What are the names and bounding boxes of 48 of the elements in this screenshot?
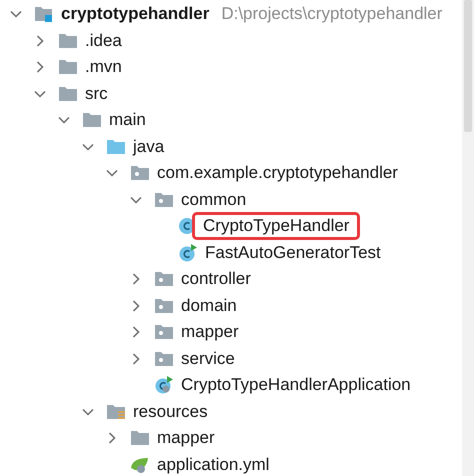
file-name[interactable]: CryptoTypeHandler <box>192 212 360 240</box>
file-name[interactable]: com.example.cryptotypehandler <box>151 159 404 188</box>
file-name[interactable]: service <box>175 344 241 373</box>
scrollbar[interactable] <box>462 0 474 476</box>
file-name[interactable]: .idea <box>79 26 128 55</box>
file-name[interactable]: mapper <box>151 424 221 452</box>
file-name[interactable]: application.yml <box>151 450 276 476</box>
module-folder-icon <box>34 5 54 24</box>
chevron-right-icon[interactable] <box>106 432 118 444</box>
file-name[interactable]: controller <box>175 265 257 294</box>
chevron-right-icon[interactable] <box>34 61 46 74</box>
file-name[interactable]: mapper <box>175 318 245 346</box>
package-icon <box>154 190 174 209</box>
application-class-icon <box>154 376 174 394</box>
file-name[interactable]: resources <box>127 398 214 426</box>
file-name[interactable]: java <box>127 132 170 161</box>
scrollbar-thumb[interactable] <box>464 0 472 132</box>
package-icon <box>154 323 174 342</box>
chevron-down-icon[interactable] <box>58 114 70 126</box>
chevron-right-icon[interactable] <box>34 34 46 47</box>
folder-icon <box>58 32 78 50</box>
chevron-right-icon[interactable] <box>130 352 142 365</box>
folder-icon <box>130 429 150 448</box>
chevron-right-icon[interactable] <box>130 326 142 338</box>
file-name[interactable]: common <box>175 186 252 214</box>
chevron-down-icon[interactable] <box>10 8 22 20</box>
project-path: D:\projects\cryptotypehandler <box>221 4 442 24</box>
folder-icon <box>82 111 102 130</box>
folder-icon <box>106 138 126 156</box>
package-icon <box>154 296 174 315</box>
leaf-icon <box>130 456 150 474</box>
resources-folder-icon <box>106 402 126 421</box>
package-icon <box>154 350 174 368</box>
package-icon <box>154 270 174 288</box>
folder-icon <box>58 58 78 76</box>
folder-icon <box>58 84 78 103</box>
file-name[interactable]: .mvn <box>79 53 128 82</box>
test-class-icon <box>178 244 198 262</box>
chevron-right-icon[interactable] <box>130 273 142 286</box>
chevron-right-icon[interactable] <box>130 300 142 312</box>
file-name[interactable]: FastAutoGeneratorTest <box>199 238 387 267</box>
file-name[interactable]: domain <box>175 292 243 320</box>
file-name[interactable]: CryptoTypeHandlerApplication <box>175 371 417 400</box>
file-name[interactable]: src <box>79 80 114 108</box>
file-name[interactable]: main <box>103 106 152 134</box>
package-icon <box>130 164 150 182</box>
file-name[interactable]: cryptotypehandler <box>55 0 216 28</box>
chevron-down-icon[interactable] <box>106 167 118 180</box>
